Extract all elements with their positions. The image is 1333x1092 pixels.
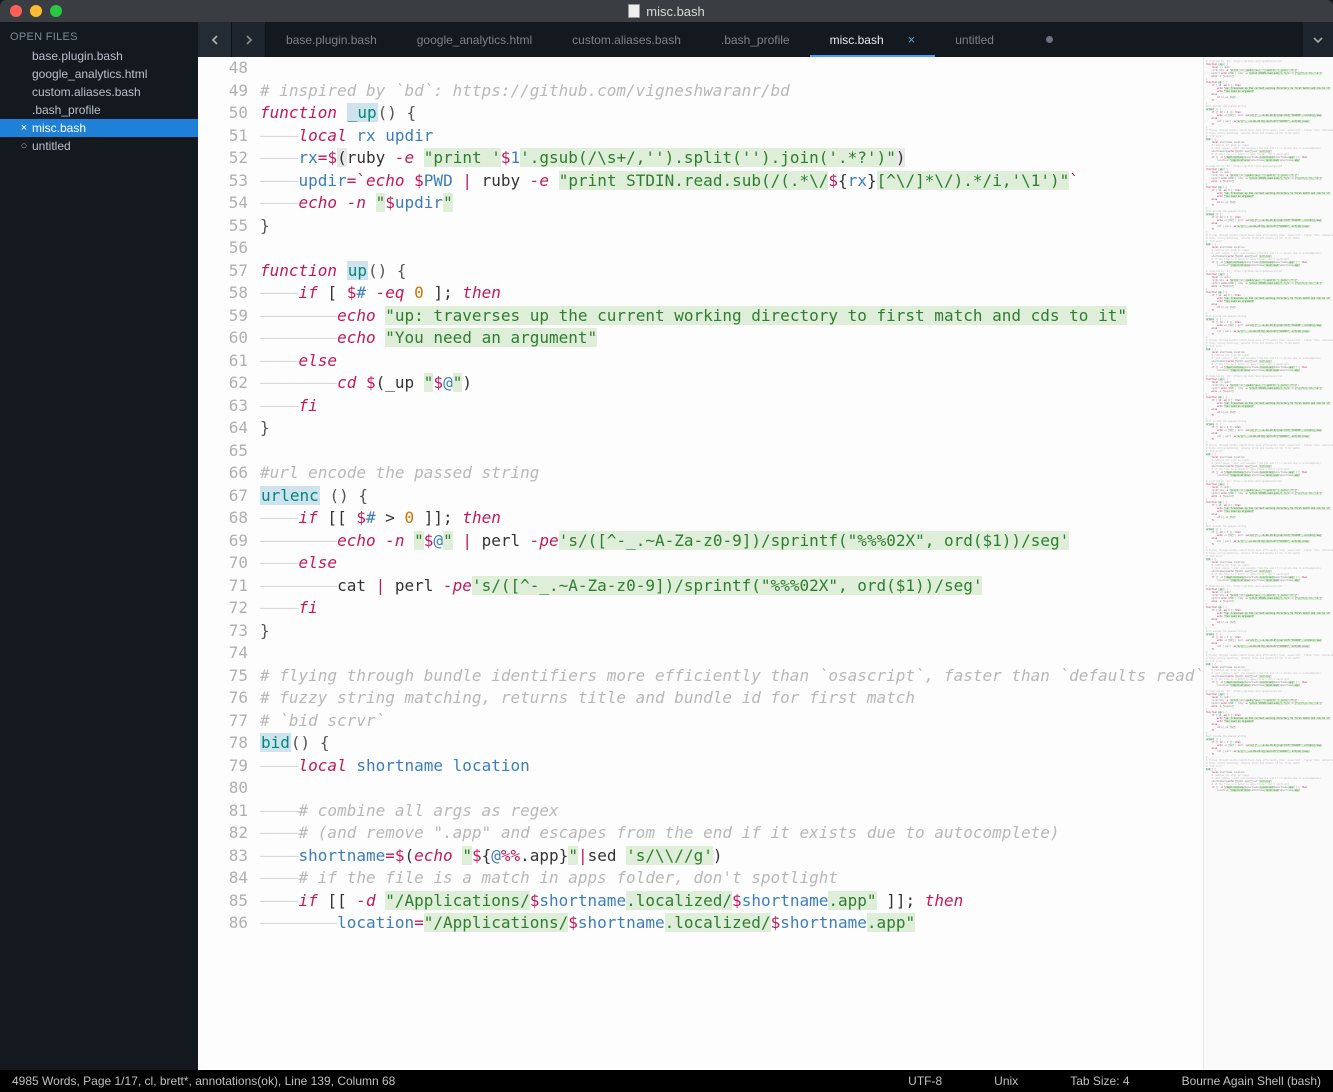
tab-label: google_analytics.html <box>417 33 532 47</box>
tab-label: custom.aliases.bash <box>572 33 681 47</box>
sidebar-item-untitled[interactable]: ○untitled <box>0 137 198 155</box>
tab-base-plugin-bash[interactable]: base.plugin.bash <box>266 22 397 57</box>
status-syntax[interactable]: Bourne Again Shell (bash) <box>1156 1074 1321 1088</box>
status-encoding[interactable]: UTF-8 <box>882 1074 968 1088</box>
tab-bar: base.plugin.bash google_analytics.html cus… <box>198 22 1333 57</box>
sidebar-item--bash_profile[interactable]: .bash_profile <box>0 101 198 119</box>
sidebar-item-label: custom.aliases.bash <box>32 85 141 99</box>
window-title: misc.bash <box>0 4 1333 19</box>
tab-google_analytics-html[interactable]: google_analytics.html <box>397 22 552 57</box>
sidebar-item-label: base.plugin.bash <box>32 49 123 63</box>
sidebar-item-label: .bash_profile <box>32 103 101 117</box>
tab-label: untitled <box>955 33 994 47</box>
tab-misc-bash[interactable]: misc.bash × <box>810 22 936 57</box>
statusbar: 4985 Words, Page 1/17, cl, brett*, annot… <box>0 1070 1333 1092</box>
sidebar: OPEN FILES base.plugin.bash google_analyt… <box>0 22 198 1070</box>
sidebar-item-custom-aliases-bash[interactable]: custom.aliases.bash <box>0 83 198 101</box>
minimize-window-button[interactable] <box>30 5 42 17</box>
line-number-gutter: 4849505152535455565758596061626364656667… <box>198 57 260 1070</box>
sidebar-item-label: google_analytics.html <box>32 67 147 81</box>
sidebar-item-base-plugin-bash[interactable]: base.plugin.bash <box>0 47 198 65</box>
window-title-text: misc.bash <box>646 4 705 19</box>
nav-back-button[interactable] <box>198 22 232 57</box>
titlebar: misc.bash <box>0 0 1333 22</box>
close-window-button[interactable] <box>10 5 22 17</box>
nav-forward-button[interactable] <box>232 22 266 57</box>
tab-custom-aliases-bash[interactable]: custom.aliases.bash <box>552 22 701 57</box>
file-icon <box>628 4 640 18</box>
tab-untitled[interactable]: untitled <box>935 22 1073 57</box>
traffic-lights <box>0 5 62 17</box>
sidebar-item-google_analytics-html[interactable]: google_analytics.html <box>0 65 198 83</box>
tab-close-icon[interactable]: × <box>908 32 916 47</box>
maximize-window-button[interactable] <box>50 5 62 17</box>
tab-overflow-button[interactable] <box>1303 22 1333 57</box>
tab-label: misc.bash <box>830 33 884 47</box>
open-files-header[interactable]: OPEN FILES <box>0 27 198 47</box>
close-icon: × <box>18 122 30 134</box>
sidebar-item-label: misc.bash <box>32 121 86 135</box>
code-area[interactable]: # inspired by `bd`: https://github.com/v… <box>260 57 1203 1070</box>
dirty-icon: ○ <box>18 140 30 152</box>
tab--bash_profile[interactable]: .bash_profile <box>701 22 810 57</box>
sidebar-item-misc-bash[interactable]: ×misc.bash <box>0 119 198 137</box>
tab-label: .bash_profile <box>721 33 790 47</box>
editor-area: base.plugin.bash google_analytics.html cus… <box>198 22 1333 1070</box>
status-line-ending[interactable]: Unix <box>968 1074 1044 1088</box>
editor-content[interactable]: 4849505152535455565758596061626364656667… <box>198 57 1333 1070</box>
dirty-icon <box>1046 36 1053 43</box>
status-tab-size[interactable]: Tab Size: 4 <box>1044 1074 1155 1088</box>
tab-label: base.plugin.bash <box>286 33 377 47</box>
minimap[interactable]: # inspired by `bd`: https://github.com/v… <box>1203 57 1333 1070</box>
status-left[interactable]: 4985 Words, Page 1/17, cl, brett*, annot… <box>12 1074 882 1088</box>
sidebar-item-label: untitled <box>32 139 71 153</box>
